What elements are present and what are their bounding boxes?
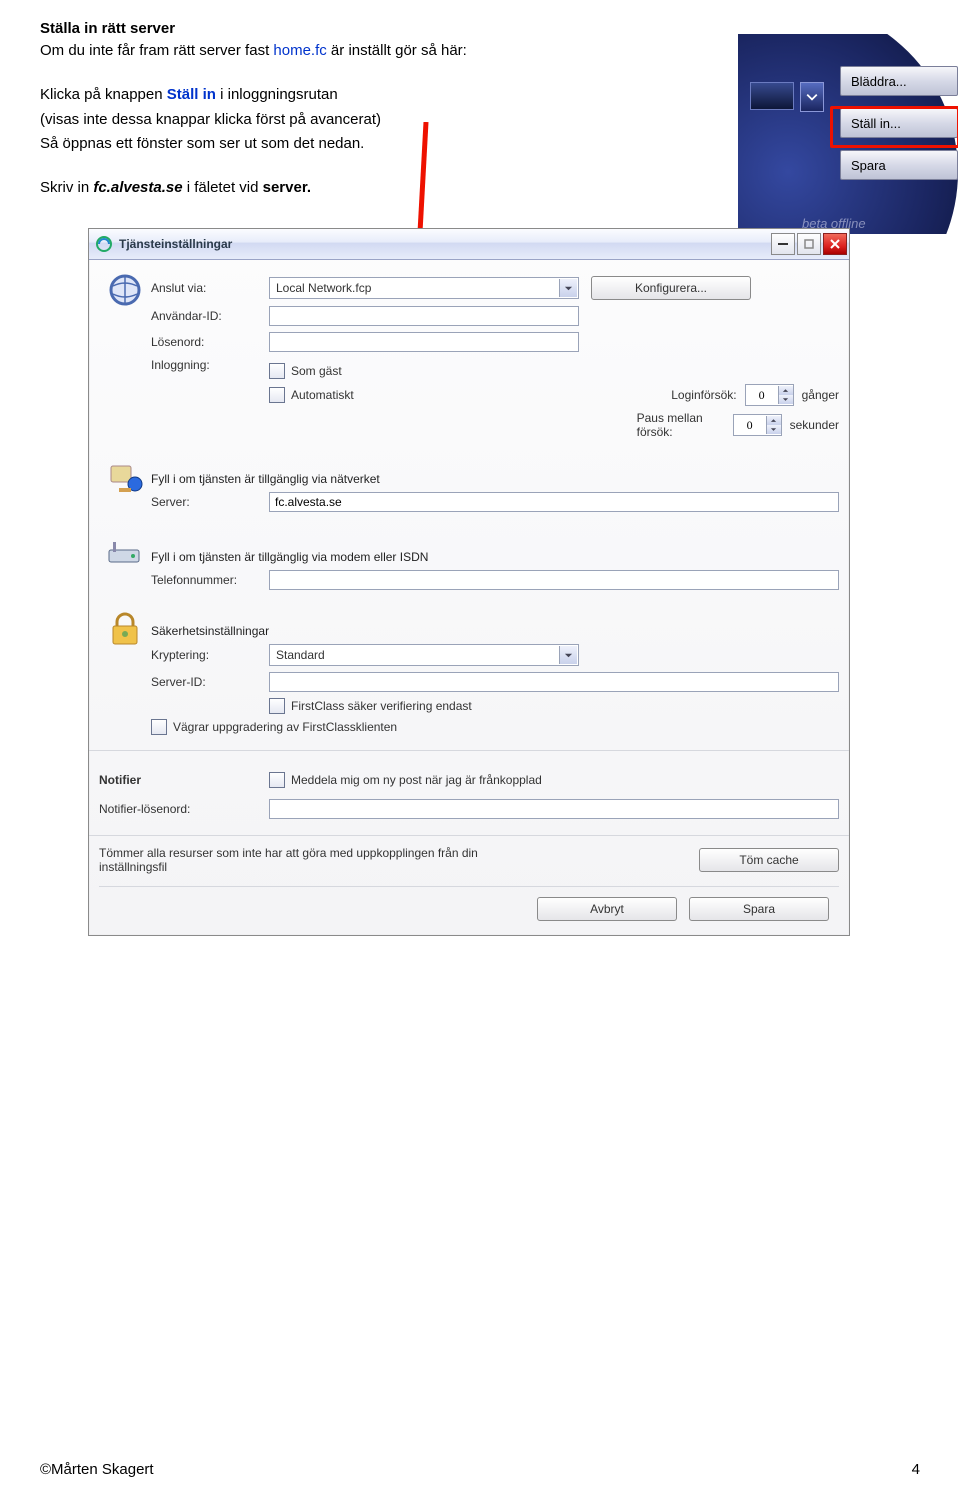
save-button[interactable]: Spara (840, 150, 958, 180)
app-icon (95, 235, 113, 253)
intro-text: i inloggningsrutan (216, 86, 338, 103)
pause-input[interactable] (734, 415, 766, 435)
intro-hilite-server-word: server. (263, 179, 311, 196)
intro-hilite-server-url: fc.alvesta.se (93, 179, 182, 196)
intro-text: Om du inte får fram rätt server fast (40, 42, 273, 59)
chevron-down-icon (559, 646, 577, 664)
userid-input[interactable] (269, 306, 579, 326)
notify-checkbox[interactable] (269, 772, 285, 788)
page-footer-left: ©Mårten Skagert (40, 1461, 154, 1478)
browse-button[interactable]: Bläddra... (840, 66, 958, 96)
connect-via-value: Local Network.fcp (276, 281, 371, 295)
spin-up-icon[interactable] (779, 386, 793, 395)
notifier-pw-input[interactable] (269, 799, 839, 819)
clear-cache-note: Tömmer alla resurser som inte har att gö… (99, 846, 539, 874)
auto-checkbox-label: Automatiskt (291, 388, 354, 402)
network-icon (107, 460, 143, 499)
divider (89, 750, 849, 751)
bubble-textfield[interactable] (750, 82, 794, 110)
notifier-head: Notifier (99, 773, 269, 787)
divider (89, 835, 849, 836)
telephone-input[interactable] (269, 570, 839, 590)
clear-cache-button[interactable]: Töm cache (699, 848, 839, 872)
spin-down-icon[interactable] (779, 395, 793, 404)
auto-checkbox[interactable] (269, 387, 285, 403)
intro-text: Klicka på knappen (40, 86, 167, 103)
configure-button[interactable]: Ställ in... (840, 108, 958, 138)
login-attempts-unit: gånger (802, 388, 839, 402)
minimize-button[interactable] (771, 233, 795, 255)
telephone-label: Telefonnummer: (151, 573, 269, 587)
refuse-upgrade-checkbox[interactable] (151, 719, 167, 735)
globe-icon (107, 272, 143, 311)
spin-down-icon[interactable] (767, 425, 781, 434)
notify-label: Meddela mig om ny post när jag är frånko… (291, 773, 542, 787)
configure-connection-button[interactable]: Konfigurera... (591, 276, 751, 300)
connect-via-select[interactable]: Local Network.fcp (269, 277, 579, 299)
guest-checkbox[interactable] (269, 363, 285, 379)
intro-text: i fäletet vid (183, 179, 263, 196)
login-attempts-spinner[interactable] (745, 384, 794, 406)
pause-label: Paus mellan försök: (637, 411, 725, 439)
encryption-select[interactable]: Standard (269, 644, 579, 666)
userid-label: Användar-ID: (151, 309, 269, 323)
guest-checkbox-label: Som gäst (291, 364, 342, 378)
login-label: Inloggning: (151, 358, 269, 372)
pause-unit: sekunder (790, 418, 839, 432)
secure-verify-checkbox[interactable] (269, 698, 285, 714)
chevron-down-icon (559, 279, 577, 297)
intro-text: är inställt gör så här: (327, 42, 467, 59)
window-title: Tjänsteinställningar (119, 237, 769, 251)
connect-via-label: Anslut via: (151, 281, 269, 295)
modem-icon (107, 538, 143, 569)
lock-icon (109, 612, 141, 651)
server-input[interactable] (269, 492, 839, 512)
close-button[interactable] (823, 233, 847, 255)
refuse-upgrade-label: Vägrar uppgradering av FirstClasskliente… (173, 720, 397, 734)
cancel-button[interactable]: Avbryt (537, 897, 677, 921)
notifier-pw-label: Notifier-lösenord: (99, 802, 269, 816)
spin-up-icon[interactable] (767, 416, 781, 425)
maximize-button[interactable] (797, 233, 821, 255)
serverid-input[interactable] (269, 672, 839, 692)
login-attempts-label: Loginförsök: (671, 388, 736, 402)
intro-hilite-stallin: Ställ in (167, 86, 216, 103)
secure-verify-label: FirstClass säker verifiering endast (291, 699, 472, 713)
password-input[interactable] (269, 332, 579, 352)
page-number: 4 (912, 1461, 920, 1478)
titlebar[interactable]: Tjänsteinställningar (89, 229, 849, 260)
intro-hilite-homefc: home.fc (273, 42, 326, 59)
password-label: Lösenord: (151, 335, 269, 349)
settings-dialog: Tjänsteinställningar Anslu (88, 228, 850, 936)
modem-section-head: Fyll i om tjänsten är tillgänglig via mo… (151, 550, 839, 564)
serverid-label: Server-ID: (151, 675, 269, 689)
login-attempts-input[interactable] (746, 385, 778, 405)
pause-spinner[interactable] (733, 414, 782, 436)
encryption-value: Standard (276, 648, 325, 662)
security-section-head: Säkerhetsinställningar (151, 624, 839, 638)
encryption-label: Kryptering: (151, 648, 269, 662)
save-button[interactable]: Spara (689, 897, 829, 921)
server-label: Server: (151, 495, 269, 509)
network-section-head: Fyll i om tjänsten är tillgänglig via nä… (151, 472, 839, 486)
login-menu-bubble: Bläddra... Ställ in... Spara beta offlin… (738, 34, 958, 234)
intro-text: Skriv in (40, 179, 93, 196)
dropdown-arrow-icon[interactable] (800, 82, 824, 112)
